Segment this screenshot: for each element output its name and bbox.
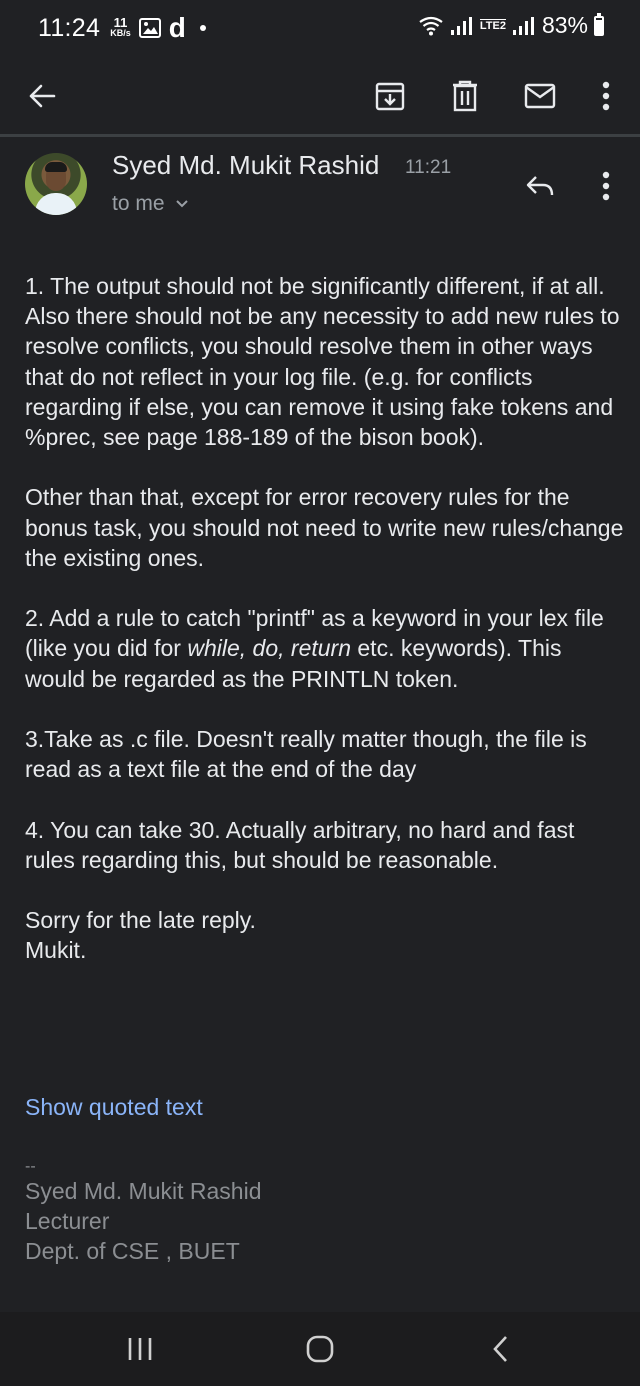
arrow-left-icon	[29, 84, 56, 108]
body-paragraph-4: 3.Take as .c file. Doesn't really matter…	[25, 726, 587, 783]
para3-italic-keywords: while, do, return	[187, 635, 351, 662]
signature-name: Syed Md. Mukit Rashid	[25, 1178, 262, 1204]
message-body: 1. The output should not be significantl…	[25, 271, 625, 966]
body-paragraph-2: Other than that, except for error recove…	[25, 484, 624, 571]
avatar[interactable]	[25, 153, 87, 215]
speed-value: 11	[113, 15, 128, 30]
recents-button[interactable]	[115, 1326, 165, 1372]
message-time: 11:21	[405, 157, 452, 178]
system-nav-bar	[0, 1312, 640, 1386]
avatar-hair	[45, 162, 67, 172]
toolbar-divider	[0, 134, 640, 137]
speed-unit: KB/s	[110, 28, 131, 38]
status-left: 11:24 11 KB/s d	[38, 12, 206, 44]
notification-dot-icon	[199, 25, 206, 31]
home-icon	[306, 1335, 334, 1363]
body-paragraph-3: 2. Add a rule to catch "printf" as a key…	[25, 603, 625, 694]
more-vert-icon	[602, 171, 610, 201]
signal-icon	[450, 16, 472, 35]
message-more-button[interactable]	[582, 162, 630, 210]
status-right: LTE2 83%	[418, 12, 604, 39]
mark-unread-button[interactable]	[516, 72, 564, 120]
recipient-label: to me	[112, 192, 165, 215]
network-type-label: LTE2	[479, 19, 506, 32]
signal-2-icon	[512, 16, 534, 35]
show-quoted-text-link[interactable]: Show quoted text	[25, 1094, 203, 1121]
nav-back-button[interactable]	[475, 1326, 525, 1372]
archive-button[interactable]	[366, 72, 414, 120]
back-icon	[493, 1336, 507, 1362]
app-notification-icon: d	[168, 12, 186, 43]
gallery-notification-icon	[138, 18, 161, 38]
delete-button[interactable]	[441, 72, 489, 120]
email-toolbar	[0, 60, 640, 132]
body-paragraph-5: 4. You can take 30. Actually arbitrary, …	[25, 816, 575, 873]
recipient-details-toggle[interactable]: to me	[112, 192, 189, 216]
trash-icon	[453, 80, 477, 112]
reply-icon	[526, 176, 554, 196]
home-button[interactable]	[295, 1326, 345, 1372]
sender-name[interactable]: Syed Md. Mukit Rashid	[112, 150, 379, 181]
body-signoff: Mukit.	[25, 937, 87, 964]
signature-title: Lecturer	[25, 1208, 110, 1235]
battery-percent: 83%	[541, 12, 588, 38]
status-time: 11:24	[38, 13, 101, 42]
status-bar: 11:24 11 KB/s d LTE2 83%	[0, 0, 640, 52]
chevron-down-icon	[175, 200, 188, 208]
body-apology: Sorry for the late reply.	[25, 907, 256, 934]
battery-icon	[594, 12, 604, 36]
body-paragraph-1: 1. The output should not be significantl…	[25, 273, 620, 451]
signature-separator: --	[25, 1158, 36, 1175]
signature-dept: Dept. of CSE , BUET	[25, 1238, 240, 1265]
back-button[interactable]	[18, 72, 66, 120]
recents-icon	[128, 1338, 152, 1360]
more-vert-icon	[602, 81, 610, 111]
reply-button[interactable]	[516, 162, 564, 210]
mail-icon	[524, 83, 556, 109]
network-speed: 11 KB/s	[110, 15, 131, 38]
message-header: Syed Md. Mukit Rashid 11:21 to me	[0, 150, 640, 230]
more-options-button[interactable]	[582, 72, 630, 120]
signature: -- Syed Md. Mukit Rashid Lecturer Dept. …	[25, 1158, 261, 1267]
avatar-shirt	[35, 193, 77, 215]
archive-icon	[375, 82, 405, 111]
wifi-icon	[419, 16, 443, 35]
